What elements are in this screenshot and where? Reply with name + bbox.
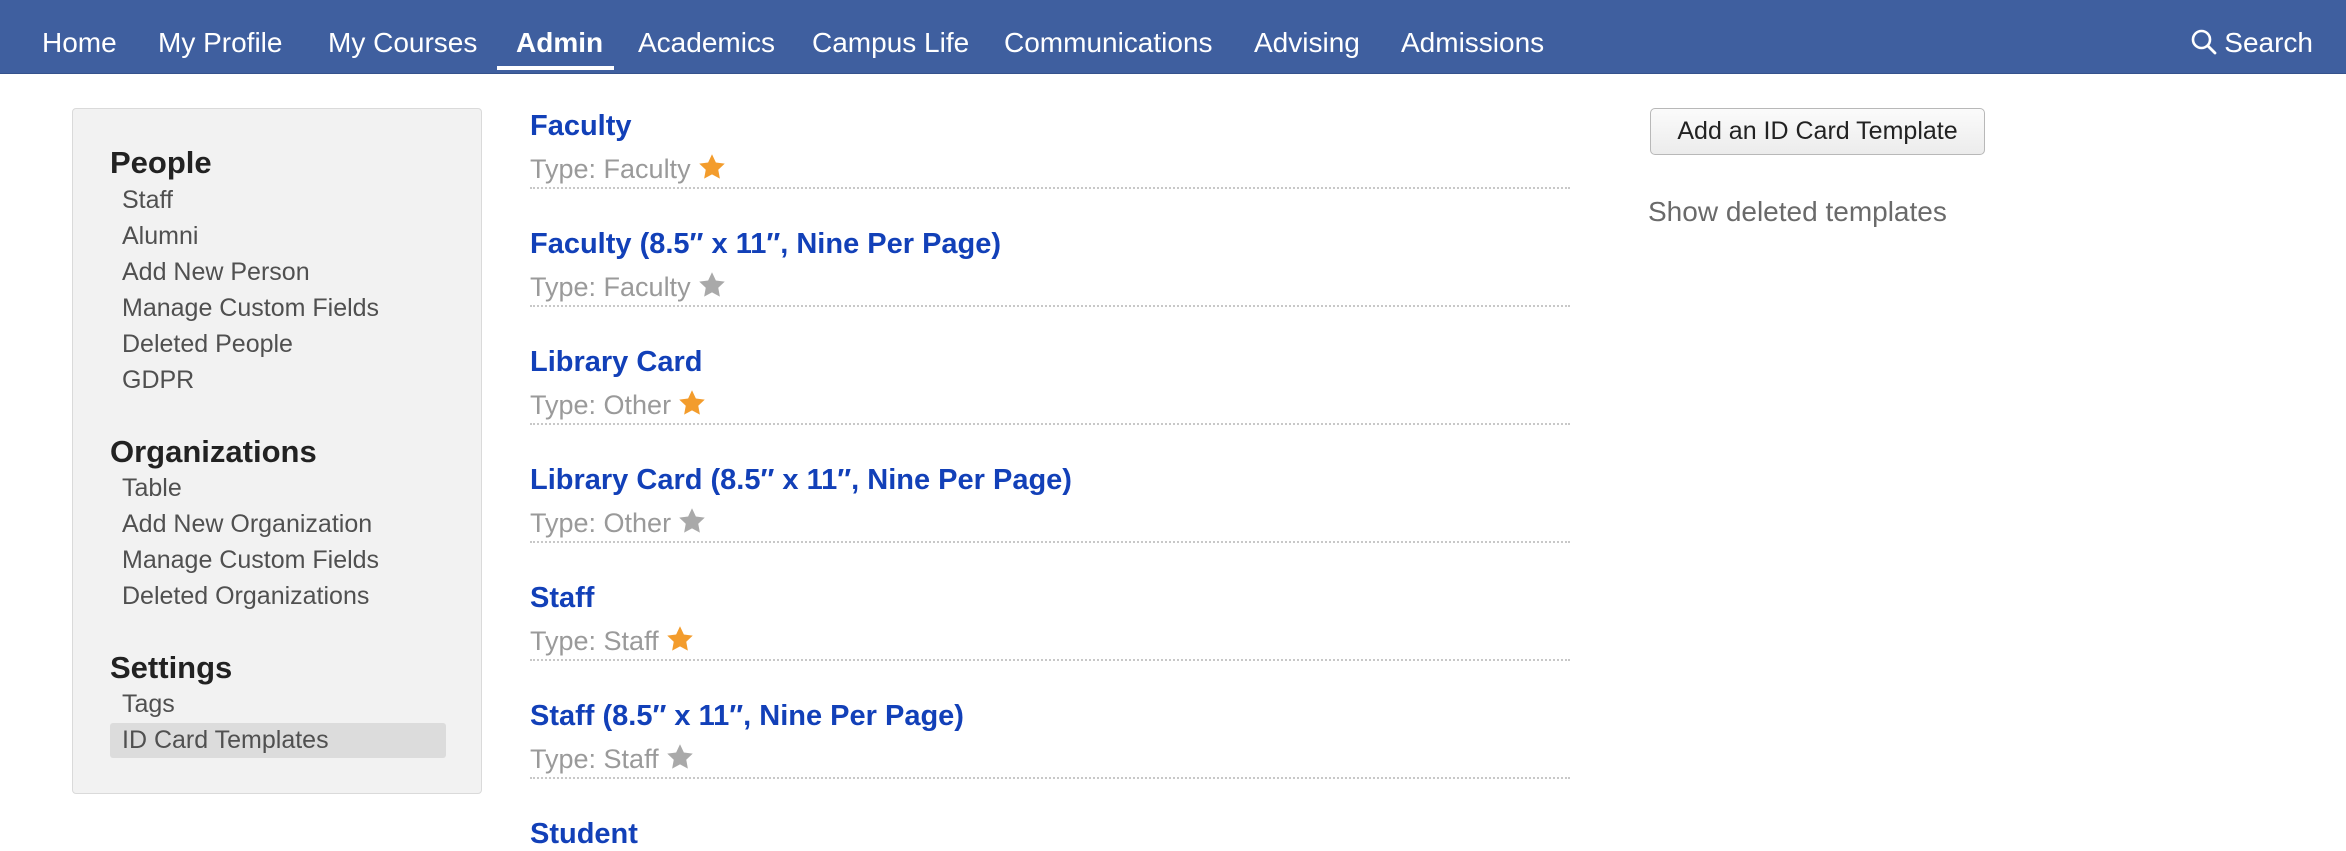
template-divider [530, 777, 1570, 779]
template-title[interactable]: Staff [530, 582, 594, 615]
star-icon[interactable] [677, 506, 707, 536]
sidebar-item-manage-custom-fields-organizations[interactable]: Manage Custom Fields [122, 546, 379, 575]
sidebar-heading-organizations: Organizations [110, 434, 317, 469]
sidebar-item-add-new-person[interactable]: Add New Person [122, 258, 310, 287]
nav-admin[interactable]: Admin [516, 0, 603, 74]
template-type-label: Type: Faculty [530, 154, 691, 184]
top-navigation: Home My Profile My Courses Admin Academi… [0, 0, 2346, 74]
sidebar-item-staff[interactable]: Staff [122, 186, 173, 215]
template-type: Type: Other [530, 388, 707, 421]
template-title[interactable]: Library Card [530, 346, 702, 379]
template-type: Type: Faculty [530, 152, 727, 185]
search-link[interactable]: Search [2190, 0, 2313, 74]
sidebar-item-deleted-organizations[interactable]: Deleted Organizations [122, 582, 369, 611]
star-icon[interactable] [697, 270, 727, 300]
sidebar-heading-settings: Settings [110, 650, 233, 685]
sidebar-item-gdpr[interactable]: GDPR [122, 366, 194, 395]
nav-academics[interactable]: Academics [638, 0, 775, 74]
template-title[interactable]: Student [530, 818, 638, 851]
sidebar-item-manage-custom-fields-people[interactable]: Manage Custom Fields [122, 294, 379, 323]
nav-admissions[interactable]: Admissions [1401, 0, 1544, 74]
sidebar-item-deleted-people[interactable]: Deleted People [122, 330, 293, 359]
template-type-label: Type: Staff [530, 626, 659, 656]
template-type: Type: Staff [530, 624, 695, 657]
star-icon[interactable] [697, 152, 727, 182]
nav-campus-life[interactable]: Campus Life [812, 0, 969, 74]
template-type: Type: Staff [530, 742, 695, 775]
template-title[interactable]: Library Card (8.5″ x 11″, Nine Per Page) [530, 464, 1072, 497]
template-title[interactable]: Faculty [530, 110, 632, 143]
template-type: Type: Other [530, 506, 707, 539]
template-type-label: Type: Staff [530, 744, 659, 774]
template-divider [530, 423, 1570, 425]
template-type-label: Type: Faculty [530, 272, 691, 302]
sidebar-item-tags[interactable]: Tags [122, 690, 175, 719]
search-icon [2191, 29, 2217, 55]
nav-my-profile[interactable]: My Profile [158, 0, 282, 74]
template-divider [530, 305, 1570, 307]
admin-sidebar: People Staff Alumni Add New Person Manag… [72, 108, 482, 794]
template-title[interactable]: Staff (8.5″ x 11″, Nine Per Page) [530, 700, 964, 733]
template-type-label: Type: Other [530, 390, 672, 420]
add-id-card-template-button[interactable]: Add an ID Card Template [1650, 108, 1985, 155]
sidebar-heading-people: People [110, 145, 212, 180]
sidebar-item-add-new-organization[interactable]: Add New Organization [122, 510, 372, 539]
nav-communications[interactable]: Communications [1004, 0, 1213, 74]
template-type: Type: Faculty [530, 270, 727, 303]
star-icon[interactable] [665, 624, 695, 654]
nav-my-courses[interactable]: My Courses [328, 0, 477, 74]
star-icon[interactable] [665, 742, 695, 772]
active-tab-indicator [497, 66, 614, 70]
star-icon[interactable] [677, 388, 707, 418]
sidebar-item-alumni[interactable]: Alumni [122, 222, 198, 251]
sidebar-item-table[interactable]: Table [122, 474, 182, 503]
template-divider [530, 187, 1570, 189]
template-divider [530, 659, 1570, 661]
show-deleted-templates-link[interactable]: Show deleted templates [1648, 196, 1947, 228]
sidebar-item-id-card-templates[interactable]: ID Card Templates [122, 726, 329, 755]
search-label: Search [2224, 27, 2313, 58]
nav-home[interactable]: Home [42, 0, 117, 74]
nav-advising[interactable]: Advising [1254, 0, 1360, 74]
template-title[interactable]: Faculty (8.5″ x 11″, Nine Per Page) [530, 228, 1001, 261]
template-divider [530, 541, 1570, 543]
template-type-label: Type: Other [530, 508, 672, 538]
